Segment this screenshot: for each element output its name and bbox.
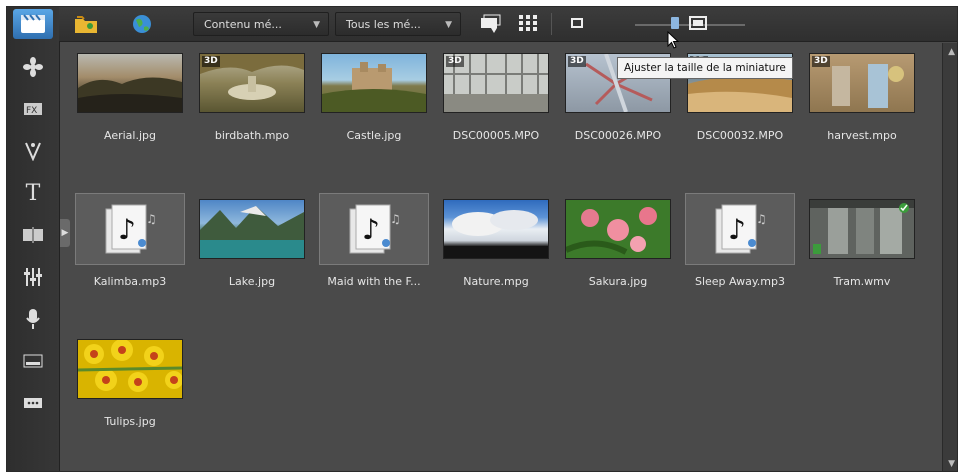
media-thumbnail — [319, 47, 429, 119]
media-item[interactable]: Nature.mpg — [437, 193, 555, 313]
3d-badge: 3D — [812, 56, 830, 67]
3d-badge: 3D — [446, 56, 464, 67]
media-thumbnail — [197, 193, 307, 265]
sort-icon[interactable] — [479, 13, 505, 35]
media-item-label: Maid with the F... — [327, 275, 421, 288]
toolbar-divider — [551, 13, 552, 35]
media-thumbnail — [563, 193, 673, 265]
music-file-icon: ♪ ♫ — [702, 197, 778, 261]
library-toolbar: Contenu mé... ▼ Tous les mé... ▼ — [59, 7, 957, 49]
svg-text:FX: FX — [26, 106, 37, 116]
media-filter-dropdown[interactable]: Tous les mé... ▼ — [335, 12, 461, 36]
media-item-label: Castle.jpg — [346, 129, 402, 142]
svg-text:♪: ♪ — [362, 213, 380, 246]
svg-text:♪: ♪ — [118, 213, 136, 246]
content-filter-value: Contenu mé... — [204, 18, 282, 31]
media-thumbnail: 3D — [807, 47, 917, 119]
media-item[interactable]: 3D DSC00005.MPO — [437, 47, 555, 167]
thumbnail-size-tooltip: Ajuster la taille de la miniature — [617, 57, 793, 79]
media-item[interactable]: Aerial.jpg — [71, 47, 189, 167]
media-library-grid: Aerial.jpg 3D birdbath.mpo Castle.jpg 3D… — [71, 47, 941, 467]
svg-text:♫: ♫ — [146, 212, 157, 226]
media-item-label: DSC00005.MPO — [452, 129, 540, 142]
content-filter-dropdown[interactable]: Contenu mé... ▼ — [193, 12, 329, 36]
thumbnail-size-slider-thumb[interactable] — [670, 17, 679, 29]
media-thumbnail — [441, 193, 551, 265]
chevron-down-icon: ▼ — [445, 20, 452, 30]
media-item[interactable]: Tulips.jpg — [71, 333, 189, 453]
small-thumbnail-icon[interactable] — [567, 13, 593, 35]
media-thumbnail: ♪ ♫ — [685, 193, 795, 265]
import-folder-icon[interactable] — [73, 13, 99, 35]
library-scrollbar[interactable] — [942, 43, 957, 471]
media-filter-value: Tous les mé... — [346, 18, 421, 31]
music-file-icon: ♪ ♫ — [92, 197, 168, 261]
media-room-window: FX T Contenu mé... ▼ Tous les mé... ▼ Aj… — [6, 6, 958, 472]
subtitle-icon[interactable] — [17, 347, 49, 375]
media-thumbnail: 3D — [441, 47, 551, 119]
transition-icon[interactable] — [17, 53, 49, 81]
media-item-label: Nature.mpg — [463, 275, 529, 288]
media-item-label: Tram.wmv — [833, 275, 891, 288]
media-item-label: Lake.jpg — [228, 275, 276, 288]
media-item-label: Aerial.jpg — [104, 129, 156, 142]
svg-text:♫: ♫ — [756, 212, 767, 226]
particle-icon[interactable] — [17, 137, 49, 165]
grid-view-icon[interactable] — [517, 13, 543, 35]
expand-panel-handle[interactable]: ▶ — [60, 219, 70, 247]
effects-icon[interactable]: FX — [17, 95, 49, 123]
media-item[interactable]: ♪ ♫ Maid with the F... — [315, 193, 433, 313]
online-globe-icon[interactable] — [129, 13, 155, 35]
media-item[interactable]: Castle.jpg — [315, 47, 433, 167]
media-item-label: Sakura.jpg — [588, 275, 648, 288]
media-thumbnail — [75, 333, 185, 405]
room-sidebar: FX T — [7, 7, 60, 471]
media-item-label: DSC00032.MPO — [696, 129, 784, 142]
music-file-icon: ♪ ♫ — [336, 197, 412, 261]
media-item[interactable]: ♪ ♫ Sleep Away.mp3 — [681, 193, 799, 313]
media-item-label: Sleep Away.mp3 — [694, 275, 785, 288]
more-icon[interactable] — [17, 389, 49, 417]
audio-mixer-icon[interactable] — [17, 263, 49, 291]
3d-badge: 3D — [202, 56, 220, 67]
large-thumbnail-icon[interactable] — [687, 13, 713, 35]
media-thumbnail — [75, 47, 185, 119]
media-item-label: Kalimba.mp3 — [93, 275, 167, 288]
media-room-icon[interactable] — [13, 9, 53, 39]
svg-text:♫: ♫ — [390, 212, 401, 226]
3d-badge: 3D — [568, 56, 586, 67]
media-item-label: harvest.mpo — [827, 129, 897, 142]
media-item[interactable]: ♪ ♫ Kalimba.mp3 — [71, 193, 189, 313]
media-item-label: Tulips.jpg — [104, 415, 156, 428]
media-thumbnail: ♪ ♫ — [319, 193, 429, 265]
media-item-label: DSC00026.MPO — [574, 129, 662, 142]
microphone-icon[interactable] — [17, 305, 49, 333]
chevron-down-icon: ▼ — [313, 20, 320, 30]
media-thumbnail — [807, 193, 917, 265]
media-thumbnail: 3D — [197, 47, 307, 119]
title-icon[interactable]: T — [17, 179, 49, 207]
scroll-up-icon[interactable]: ▲ — [948, 47, 955, 57]
media-item[interactable]: Tram.wmv — [803, 193, 921, 313]
svg-text:♪: ♪ — [728, 213, 746, 246]
media-item[interactable]: 3D birdbath.mpo — [193, 47, 311, 167]
media-item[interactable]: Lake.jpg — [193, 193, 311, 313]
media-item-label: birdbath.mpo — [214, 129, 290, 142]
scroll-down-icon[interactable]: ▼ — [948, 459, 955, 469]
media-thumbnail: ♪ ♫ — [75, 193, 185, 265]
chapter-icon[interactable] — [17, 221, 49, 249]
media-item[interactable]: 3D harvest.mpo — [803, 47, 921, 167]
media-item[interactable]: Sakura.jpg — [559, 193, 677, 313]
